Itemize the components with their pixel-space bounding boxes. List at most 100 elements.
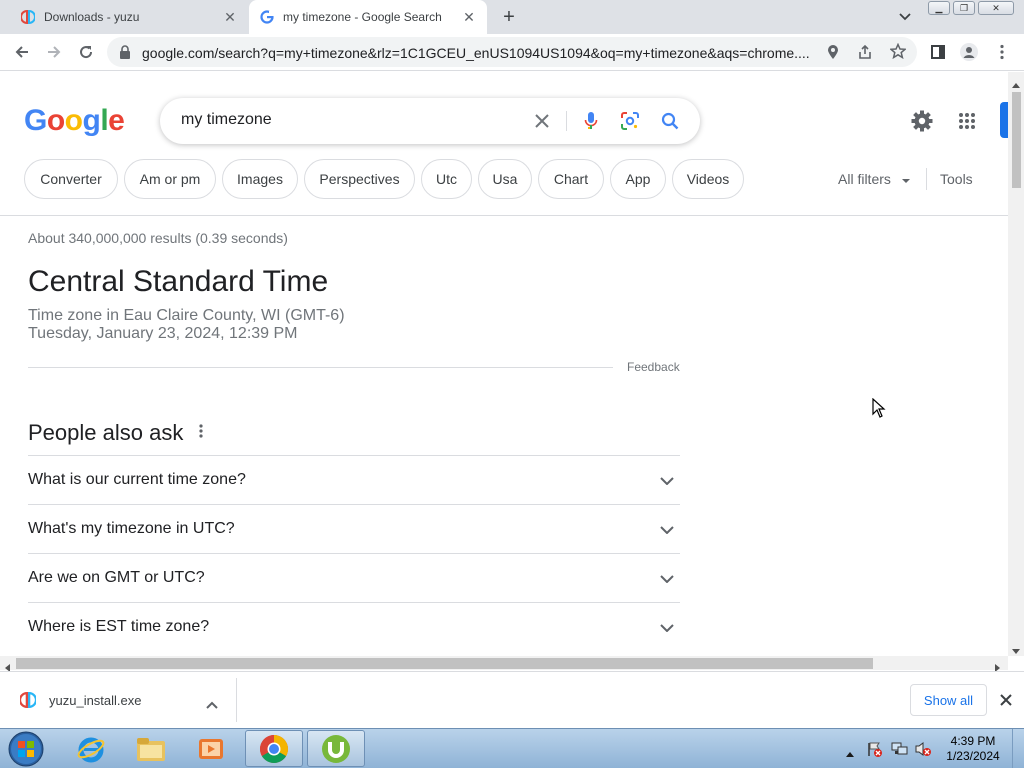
address-bar[interactable]: google.com/search?q=my+timezone&rlz=1C1G… <box>107 37 917 67</box>
side-panel-icon[interactable] <box>928 42 948 62</box>
search-query[interactable]: my timezone <box>181 111 272 129</box>
question-text: Are we on GMT or UTC? <box>28 569 205 586</box>
lock-icon[interactable] <box>119 45 131 64</box>
timezone-name: Central Standard Time <box>28 265 329 298</box>
all-filters-button[interactable]: All filters <box>838 171 911 187</box>
question-text: What is our current time zone? <box>28 471 246 488</box>
show-hidden-icons-arrow-icon[interactable] <box>846 744 854 762</box>
chevron-down-icon <box>660 619 676 635</box>
restore-button[interactable]: ❐ <box>953 1 975 15</box>
utorrent-taskbar-icon[interactable] <box>307 730 365 767</box>
question-row[interactable]: What is our current time zone? <box>28 455 680 504</box>
tab-close-icon[interactable]: ✕ <box>222 9 238 25</box>
internet-explorer-icon[interactable] <box>62 730 120 767</box>
logo-letter: e <box>108 104 125 137</box>
horizontal-scroll-thumb[interactable] <box>16 658 873 669</box>
chip-chart[interactable]: Chart <box>538 159 604 199</box>
tab-search-icon[interactable] <box>896 8 914 26</box>
chip-am-or-pm[interactable]: Am or pm <box>124 159 216 199</box>
vertical-scroll-thumb[interactable] <box>1012 92 1021 188</box>
clock-date: 1/23/2024 <box>946 749 1000 763</box>
volume-muted-icon[interactable] <box>914 741 932 762</box>
close-shelf-icon[interactable] <box>1000 693 1012 711</box>
search-submit-icon[interactable] <box>659 110 681 132</box>
scroll-down-arrow-icon[interactable] <box>1012 642 1020 660</box>
close-window-button[interactable]: ✕ <box>978 1 1014 15</box>
media-player-icon[interactable] <box>182 730 240 767</box>
show-desktop-button[interactable] <box>1012 729 1024 768</box>
file-explorer-icon[interactable] <box>122 730 180 767</box>
question-row[interactable]: What's my timezone in UTC? <box>28 504 680 553</box>
new-tab-icon[interactable]: + <box>498 6 520 28</box>
header-divider <box>0 215 1008 216</box>
lens-search-icon[interactable] <box>619 110 641 132</box>
question-row[interactable]: Where is EST time zone? <box>28 602 680 651</box>
filters-divider <box>926 168 927 190</box>
clear-search-icon[interactable] <box>531 110 553 132</box>
chip-videos[interactable]: Videos <box>672 159 744 199</box>
google-apps-icon[interactable] <box>958 112 976 135</box>
chip-images[interactable]: Images <box>222 159 298 199</box>
minimize-button[interactable]: ▁ <box>928 1 950 15</box>
chevron-up-icon[interactable] <box>206 696 218 714</box>
share-icon[interactable] <box>857 44 873 65</box>
mouse-cursor-icon <box>872 397 886 423</box>
chip-utc[interactable]: Utc <box>421 159 472 199</box>
chip-app[interactable]: App <box>610 159 666 199</box>
back-icon[interactable] <box>12 42 32 62</box>
more-options-icon[interactable] <box>195 424 207 444</box>
location-icon[interactable] <box>827 44 839 65</box>
search-results-page: Google my timezone Converter Am or pm Im… <box>0 72 1008 656</box>
question-text: Where is EST time zone? <box>28 618 210 635</box>
chip-converter[interactable]: Converter <box>24 159 118 199</box>
all-filters-label: All filters <box>838 171 891 187</box>
browser-toolbar: google.com/search?q=my+timezone&rlz=1C1G… <box>0 34 1024 71</box>
vertical-scrollbar[interactable] <box>1008 72 1024 656</box>
tab-close-icon[interactable]: ✕ <box>461 9 477 25</box>
chip-usa[interactable]: Usa <box>478 159 532 199</box>
tools-button[interactable]: Tools <box>940 171 973 187</box>
horizontal-scrollbar[interactable] <box>0 656 1008 672</box>
download-file-name[interactable]: yuzu_install.exe <box>49 693 142 708</box>
sign-in-button-edge[interactable] <box>1000 102 1008 138</box>
bookmark-star-icon[interactable] <box>889 42 907 64</box>
start-button[interactable] <box>0 730 52 767</box>
tab-google-search[interactable]: my timezone - Google Search ✕ <box>249 0 487 34</box>
chevron-down-icon <box>660 472 676 488</box>
reload-icon[interactable] <box>76 42 96 62</box>
chrome-taskbar-icon[interactable] <box>245 730 303 767</box>
forward-icon[interactable] <box>44 42 64 62</box>
voice-search-icon[interactable] <box>580 110 602 132</box>
people-also-ask-heading: People also ask <box>28 420 184 445</box>
action-center-flag-icon[interactable] <box>866 741 882 762</box>
google-favicon-icon <box>259 9 275 25</box>
search-box[interactable]: my timezone <box>160 98 700 144</box>
logo-letter: l <box>100 104 109 137</box>
tab-title: my timezone - Google Search <box>283 10 442 24</box>
network-icon[interactable] <box>890 741 908 762</box>
dropdown-arrow-icon <box>901 171 911 187</box>
chevron-down-icon <box>660 521 676 537</box>
logo-letter: o <box>46 104 65 137</box>
more-menu-icon[interactable] <box>992 42 1012 62</box>
question-text: What's my timezone in UTC? <box>28 520 235 537</box>
feedback-link[interactable]: Feedback <box>627 360 680 374</box>
question-row[interactable]: Are we on GMT or UTC? <box>28 553 680 602</box>
tab-title: Downloads - yuzu <box>44 10 140 24</box>
download-shelf: yuzu_install.exe Show all <box>0 671 1024 728</box>
scroll-up-arrow-icon[interactable] <box>1012 75 1020 93</box>
settings-gear-icon[interactable] <box>910 109 934 138</box>
tab-strip: Downloads - yuzu ✕ my timezone - Google … <box>0 0 1024 34</box>
result-stats: About 340,000,000 results (0.39 seconds) <box>28 230 288 246</box>
windows-taskbar: 4:39 PM 1/23/2024 <box>0 728 1024 768</box>
yuzu-icon <box>18 691 38 713</box>
tab-downloads[interactable]: Downloads - yuzu ✕ <box>0 0 248 34</box>
yuzu-icon <box>20 9 36 25</box>
search-divider <box>566 111 567 131</box>
system-clock[interactable]: 4:39 PM 1/23/2024 <box>940 734 1006 764</box>
profile-avatar-icon[interactable] <box>959 42 979 62</box>
show-all-button[interactable]: Show all <box>910 684 987 716</box>
chip-perspectives[interactable]: Perspectives <box>304 159 415 199</box>
timezone-location: Time zone in Eau Claire County, WI (GMT-… <box>28 307 345 324</box>
google-logo[interactable]: Google <box>24 104 125 138</box>
